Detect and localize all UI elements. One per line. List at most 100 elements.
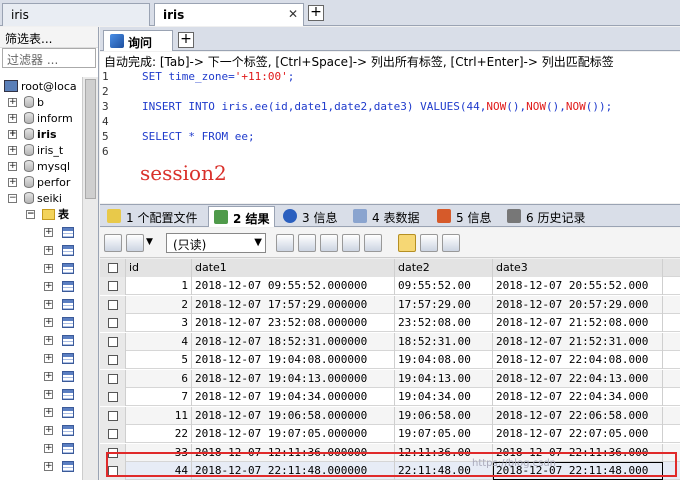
filter-input[interactable]: 过滤器 ... <box>2 48 96 68</box>
close-icon[interactable]: ✕ <box>288 7 298 21</box>
expand-icon[interactable]: + <box>44 372 53 381</box>
row-checkbox[interactable] <box>100 295 126 314</box>
table-cell[interactable]: 2018-12-07 17:57:29.000000 <box>192 295 395 314</box>
table-cell[interactable]: 2018-12-07 22:11:48.000000 <box>192 462 395 480</box>
table-row[interactable]: 3 2018-12-07 23:52:08.000000 23:52:08.00 20… <box>100 314 680 332</box>
expand-icon[interactable]: + <box>44 354 53 363</box>
tree-db-iris[interactable]: + iris <box>8 127 57 143</box>
row-checkbox[interactable] <box>100 277 126 295</box>
expand-icon[interactable]: + <box>8 98 17 107</box>
table-row[interactable]: 4 2018-12-07 18:52:31.000000 18:52:31.00 20… <box>100 332 680 351</box>
table-cell[interactable]: 19:04:13.00 <box>395 369 493 388</box>
table-cell[interactable]: 2018-12-07 19:06:58.000000 <box>192 406 395 425</box>
cancel-changes-icon[interactable] <box>364 234 382 252</box>
tree-db-seiki[interactable]: − seiki <box>8 191 62 207</box>
tree-scrollbar[interactable] <box>82 77 98 480</box>
tree-tables-folder[interactable]: − 表 <box>26 207 69 223</box>
text-view-icon[interactable] <box>442 234 460 252</box>
expand-icon[interactable]: + <box>44 264 53 273</box>
column-header[interactable]: date1 <box>192 259 395 277</box>
tree-table-item[interactable]: + <box>44 297 74 313</box>
table-cell[interactable]: 23:52:08.00 <box>395 314 493 332</box>
table-row[interactable]: 1 2018-12-07 09:55:52.000000 09:55:52.00 20… <box>100 277 680 295</box>
row-checkbox[interactable] <box>100 369 126 388</box>
table-cell[interactable]: 2018-12-07 21:52:08.000 <box>493 314 663 332</box>
expand-icon[interactable]: + <box>44 228 53 237</box>
table-cell[interactable]: 2018-12-07 09:55:52.000000 <box>192 277 395 295</box>
tree-table-item[interactable]: + <box>44 441 74 457</box>
expand-icon[interactable]: + <box>44 426 53 435</box>
connection-tab-1[interactable]: iris <box>2 3 150 26</box>
column-header[interactable]: id <box>126 259 192 277</box>
table-cell[interactable]: 6 <box>126 369 192 388</box>
tab-info-2[interactable]: 5 信息 <box>432 206 495 227</box>
tree-table-item[interactable]: + <box>44 279 74 295</box>
row-checkbox[interactable] <box>100 332 126 351</box>
duplicate-row-icon[interactable] <box>298 234 316 252</box>
table-row[interactable]: 5 2018-12-07 19:04:08.000000 19:04:08.00 20… <box>100 351 680 369</box>
table-cell[interactable]: 22 <box>126 425 192 443</box>
table-cell[interactable]: 2018-12-07 22:04:13.000 <box>493 369 663 388</box>
table-cell[interactable]: 5 <box>126 351 192 369</box>
expand-icon[interactable]: + <box>8 178 17 187</box>
table-row[interactable]: 6 2018-12-07 19:04:13.000000 19:04:13.00 20… <box>100 369 680 388</box>
table-cell[interactable]: 33 <box>126 443 192 462</box>
table-cell[interactable]: 19:04:08.00 <box>395 351 493 369</box>
table-row[interactable]: 11 2018-12-07 19:06:58.000000 19:06:58.00 2… <box>100 406 680 425</box>
table-cell[interactable]: 17:57:29.00 <box>395 295 493 314</box>
insert-row-icon[interactable] <box>276 234 294 252</box>
tree-table-item[interactable]: + <box>44 243 74 259</box>
tab-info[interactable]: 3 信息 <box>278 206 341 227</box>
table-cell[interactable]: 4 <box>126 332 192 351</box>
table-cell[interactable]: 2018-12-07 19:04:13.000000 <box>192 369 395 388</box>
tree-db-perfor[interactable]: + perfor <box>8 175 70 191</box>
expand-icon[interactable]: + <box>8 114 17 123</box>
sql-editor[interactable]: 1 2 3 4 5 6 SET time_zone='+11:00'; INSE… <box>100 69 680 203</box>
readonly-mode-select[interactable]: (只读) ▼ <box>166 233 266 253</box>
expand-icon[interactable]: + <box>8 146 17 155</box>
column-header[interactable]: date3 <box>493 259 663 277</box>
tab-query[interactable]: 询问 <box>103 30 173 51</box>
table-cell[interactable]: 2018-12-07 19:07:05.000000 <box>192 425 395 443</box>
expand-icon[interactable]: + <box>44 318 53 327</box>
table-cell[interactable]: 2018-12-07 19:04:08.000000 <box>192 351 395 369</box>
table-cell[interactable]: 19:04:34.00 <box>395 388 493 406</box>
new-query-tab-button[interactable]: + <box>178 32 194 48</box>
connection-tab-2[interactable]: iris ✕ <box>154 3 304 26</box>
expand-icon[interactable]: + <box>44 408 53 417</box>
tree-table-item[interactable]: + <box>44 261 74 277</box>
tab-history[interactable]: 6 历史记录 <box>502 206 589 227</box>
tree-table-item[interactable]: + <box>44 369 74 385</box>
tree-table-item[interactable]: + <box>44 225 74 241</box>
tree-db-mysql[interactable]: + mysql <box>8 159 70 175</box>
tab-results[interactable]: 2 结果 <box>208 206 275 227</box>
table-cell[interactable]: 19:07:05.00 <box>395 425 493 443</box>
table-row[interactable]: 44 2018-12-07 22:11:48.000000 22:11:48.00 2… <box>100 462 680 480</box>
tab-table-data[interactable]: 4 表数据 <box>348 206 423 227</box>
table-cell[interactable]: 2018-12-07 22:07:05.000 <box>493 425 663 443</box>
table-cell[interactable]: 2018-12-07 22:06:58.000 <box>493 406 663 425</box>
tree-db-inform[interactable]: + inform <box>8 111 73 127</box>
table-row[interactable]: 2 2018-12-07 17:57:29.000000 17:57:29.00 20… <box>100 295 680 314</box>
table-cell[interactable]: 18:52:31.00 <box>395 332 493 351</box>
tree-table-item[interactable]: + <box>44 405 74 421</box>
table-cell[interactable]: 2018-12-07 19:04:34.000000 <box>192 388 395 406</box>
table-cell[interactable]: 09:55:52.00 <box>395 277 493 295</box>
column-header[interactable]: date2 <box>395 259 493 277</box>
expand-icon[interactable]: + <box>44 462 53 471</box>
row-checkbox[interactable] <box>100 443 126 462</box>
tree-table-item[interactable]: + <box>44 333 74 349</box>
tree-table-item[interactable]: + <box>44 315 74 331</box>
table-cell[interactable]: 2018-12-07 20:55:52.000 <box>493 277 663 295</box>
table-cell[interactable]: 2018-12-07 21:52:31.000 <box>493 332 663 351</box>
tree-table-item[interactable]: + <box>44 423 74 439</box>
table-cell[interactable]: 2018-12-07 20:57:29.000 <box>493 295 663 314</box>
form-view-icon[interactable] <box>420 234 438 252</box>
row-checkbox[interactable] <box>100 388 126 406</box>
new-connection-tab-button[interactable]: + <box>308 5 324 21</box>
table-cell[interactable]: 44 <box>126 462 192 480</box>
expand-icon[interactable]: + <box>44 246 53 255</box>
chevron-down-icon[interactable]: ▼ <box>146 237 153 247</box>
table-cell[interactable]: 19:06:58.00 <box>395 406 493 425</box>
grid-view-icon[interactable] <box>398 234 416 252</box>
